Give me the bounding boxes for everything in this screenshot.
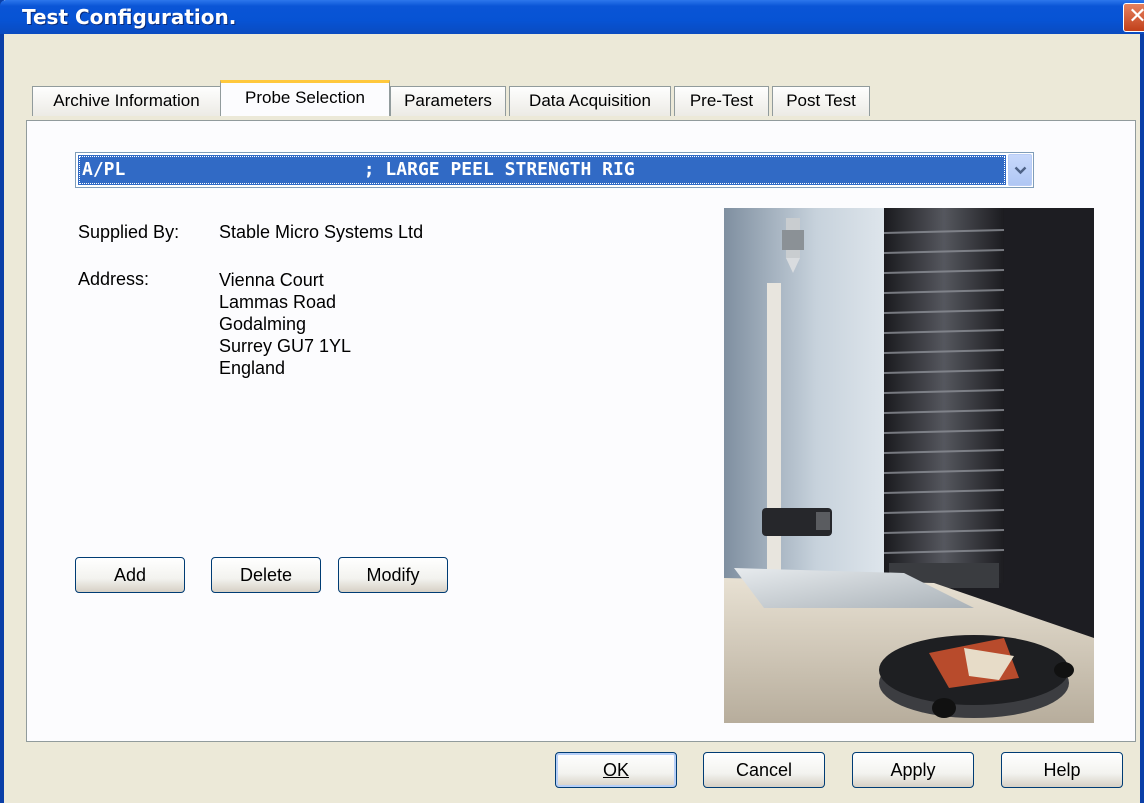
probe-select-dropdown-button[interactable] xyxy=(1008,154,1032,186)
tab-parameters[interactable]: Parameters xyxy=(390,86,506,116)
tab-archive-information[interactable]: Archive Information xyxy=(32,86,221,116)
tab-pre-test[interactable]: Pre-Test xyxy=(674,86,769,116)
address-line: Surrey GU7 1YL xyxy=(219,336,352,356)
ok-button-label: OK xyxy=(602,760,629,780)
probe-photo xyxy=(724,208,1094,723)
delete-button[interactable]: Delete xyxy=(211,557,321,593)
window-title: Test Configuration. xyxy=(22,5,237,29)
tab-data-acquisition[interactable]: Data Acquisition xyxy=(509,86,671,116)
close-button[interactable]: ✕ xyxy=(1123,3,1144,32)
supplied-by-value: Stable Micro Systems Ltd xyxy=(219,222,424,242)
help-button[interactable]: Help xyxy=(1001,752,1123,788)
address-block: Vienna Court Lammas Road Godalming Surre… xyxy=(219,269,351,379)
address-line: Vienna Court xyxy=(219,270,324,290)
address-label: Address: xyxy=(78,269,150,289)
close-icon: ✕ xyxy=(1128,4,1144,29)
apply-button[interactable]: Apply xyxy=(852,752,974,788)
dialog-window: Test Configuration. ✕ Archive Informatio… xyxy=(0,0,1144,803)
address-line: Godalming xyxy=(219,314,307,334)
supplied-by-label: Supplied By: xyxy=(78,222,180,242)
cancel-button[interactable]: Cancel xyxy=(703,752,825,788)
probe-rig-illustration xyxy=(724,208,1094,723)
ok-button[interactable]: OK xyxy=(555,752,677,788)
tab-post-test[interactable]: Post Test xyxy=(772,86,870,116)
probe-select[interactable]: A/PL ; LARGE PEEL STRENGTH RIG xyxy=(75,152,1034,188)
modify-button[interactable]: Modify xyxy=(338,557,448,593)
title-bar: Test Configuration. ✕ xyxy=(0,0,1144,34)
add-button[interactable]: Add xyxy=(75,557,185,593)
address-line: Lammas Road xyxy=(219,292,337,312)
chevron-down-icon xyxy=(1014,166,1027,175)
tab-probe-selection[interactable]: Probe Selection xyxy=(220,80,390,116)
probe-select-value: A/PL ; LARGE PEEL STRENGTH RIG xyxy=(78,155,1006,185)
probe-selection-panel: A/PL ; LARGE PEEL STRENGTH RIG Supplied … xyxy=(26,120,1136,742)
address-line: England xyxy=(219,358,286,378)
